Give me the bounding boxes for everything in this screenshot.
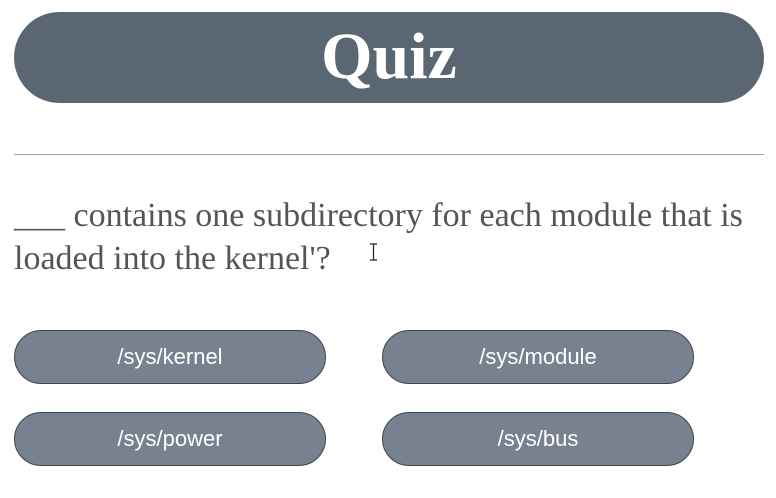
quiz-title: Quiz [321, 19, 457, 93]
quiz-header: Quiz [14, 12, 764, 103]
text-cursor-icon [370, 243, 377, 261]
answer-button-sys-module[interactable]: /sys/module [382, 330, 694, 384]
answer-button-sys-kernel[interactable]: /sys/kernel [14, 330, 326, 384]
divider [14, 154, 764, 155]
answer-button-sys-power[interactable]: /sys/power [14, 412, 326, 466]
question-text: ___ contains one subdirectory for each m… [14, 197, 743, 277]
answer-button-sys-bus[interactable]: /sys/bus [382, 412, 694, 466]
